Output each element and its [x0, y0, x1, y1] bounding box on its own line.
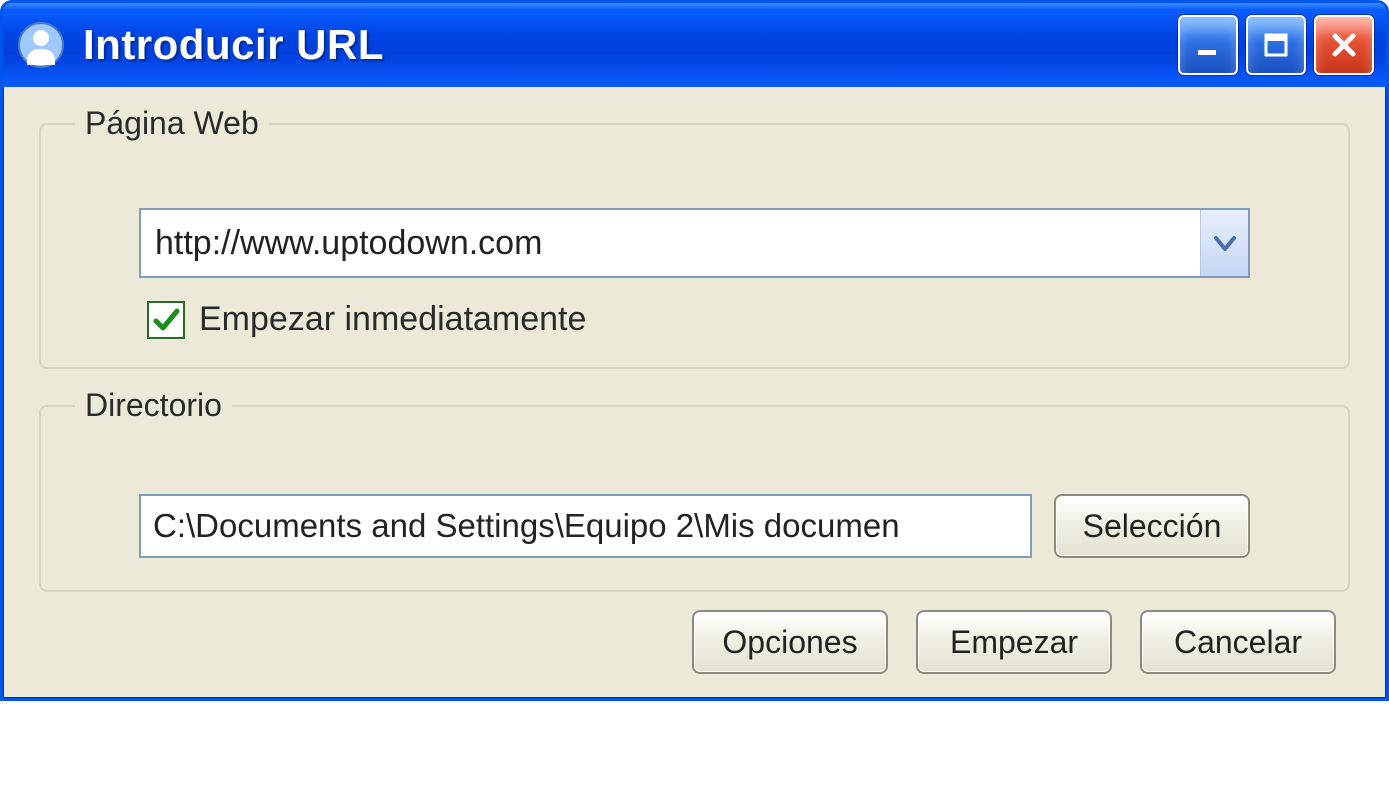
app-icon [17, 21, 65, 69]
maximize-button[interactable] [1246, 15, 1306, 75]
check-icon [151, 305, 181, 335]
window-title: Introducir URL [83, 21, 1178, 69]
url-dropdown-button[interactable] [1200, 210, 1248, 276]
options-button[interactable]: Opciones [692, 610, 888, 674]
group-web-legend: Página Web [75, 105, 269, 142]
close-button[interactable] [1314, 15, 1374, 75]
select-directory-button[interactable]: Selección [1054, 494, 1250, 558]
group-directory: Directorio Selección [39, 387, 1350, 592]
start-immediately-row: Empezar inmediatamente [147, 300, 1320, 339]
minimize-button[interactable] [1178, 15, 1238, 75]
group-directory-legend: Directorio [75, 387, 232, 424]
client-area: Página Web Empezar inmediatamente Direct… [3, 87, 1386, 698]
chevron-down-icon [1211, 229, 1239, 257]
cancel-button[interactable]: Cancelar [1140, 610, 1336, 674]
titlebar[interactable]: Introducir URL [3, 3, 1386, 87]
start-immediately-checkbox[interactable] [147, 301, 185, 339]
start-button[interactable]: Empezar [916, 610, 1112, 674]
window-controls [1178, 15, 1374, 75]
url-row [139, 208, 1250, 278]
dialog-buttons: Opciones Empezar Cancelar [39, 610, 1350, 674]
url-combobox[interactable] [139, 208, 1250, 278]
directory-row: Selección [139, 494, 1250, 558]
group-web-page: Página Web Empezar inmediatamente [39, 105, 1350, 369]
start-immediately-label: Empezar inmediatamente [199, 300, 586, 339]
dialog-window: Introducir URL Página Web [0, 0, 1389, 701]
directory-input[interactable] [139, 494, 1032, 558]
url-input[interactable] [141, 210, 1200, 276]
